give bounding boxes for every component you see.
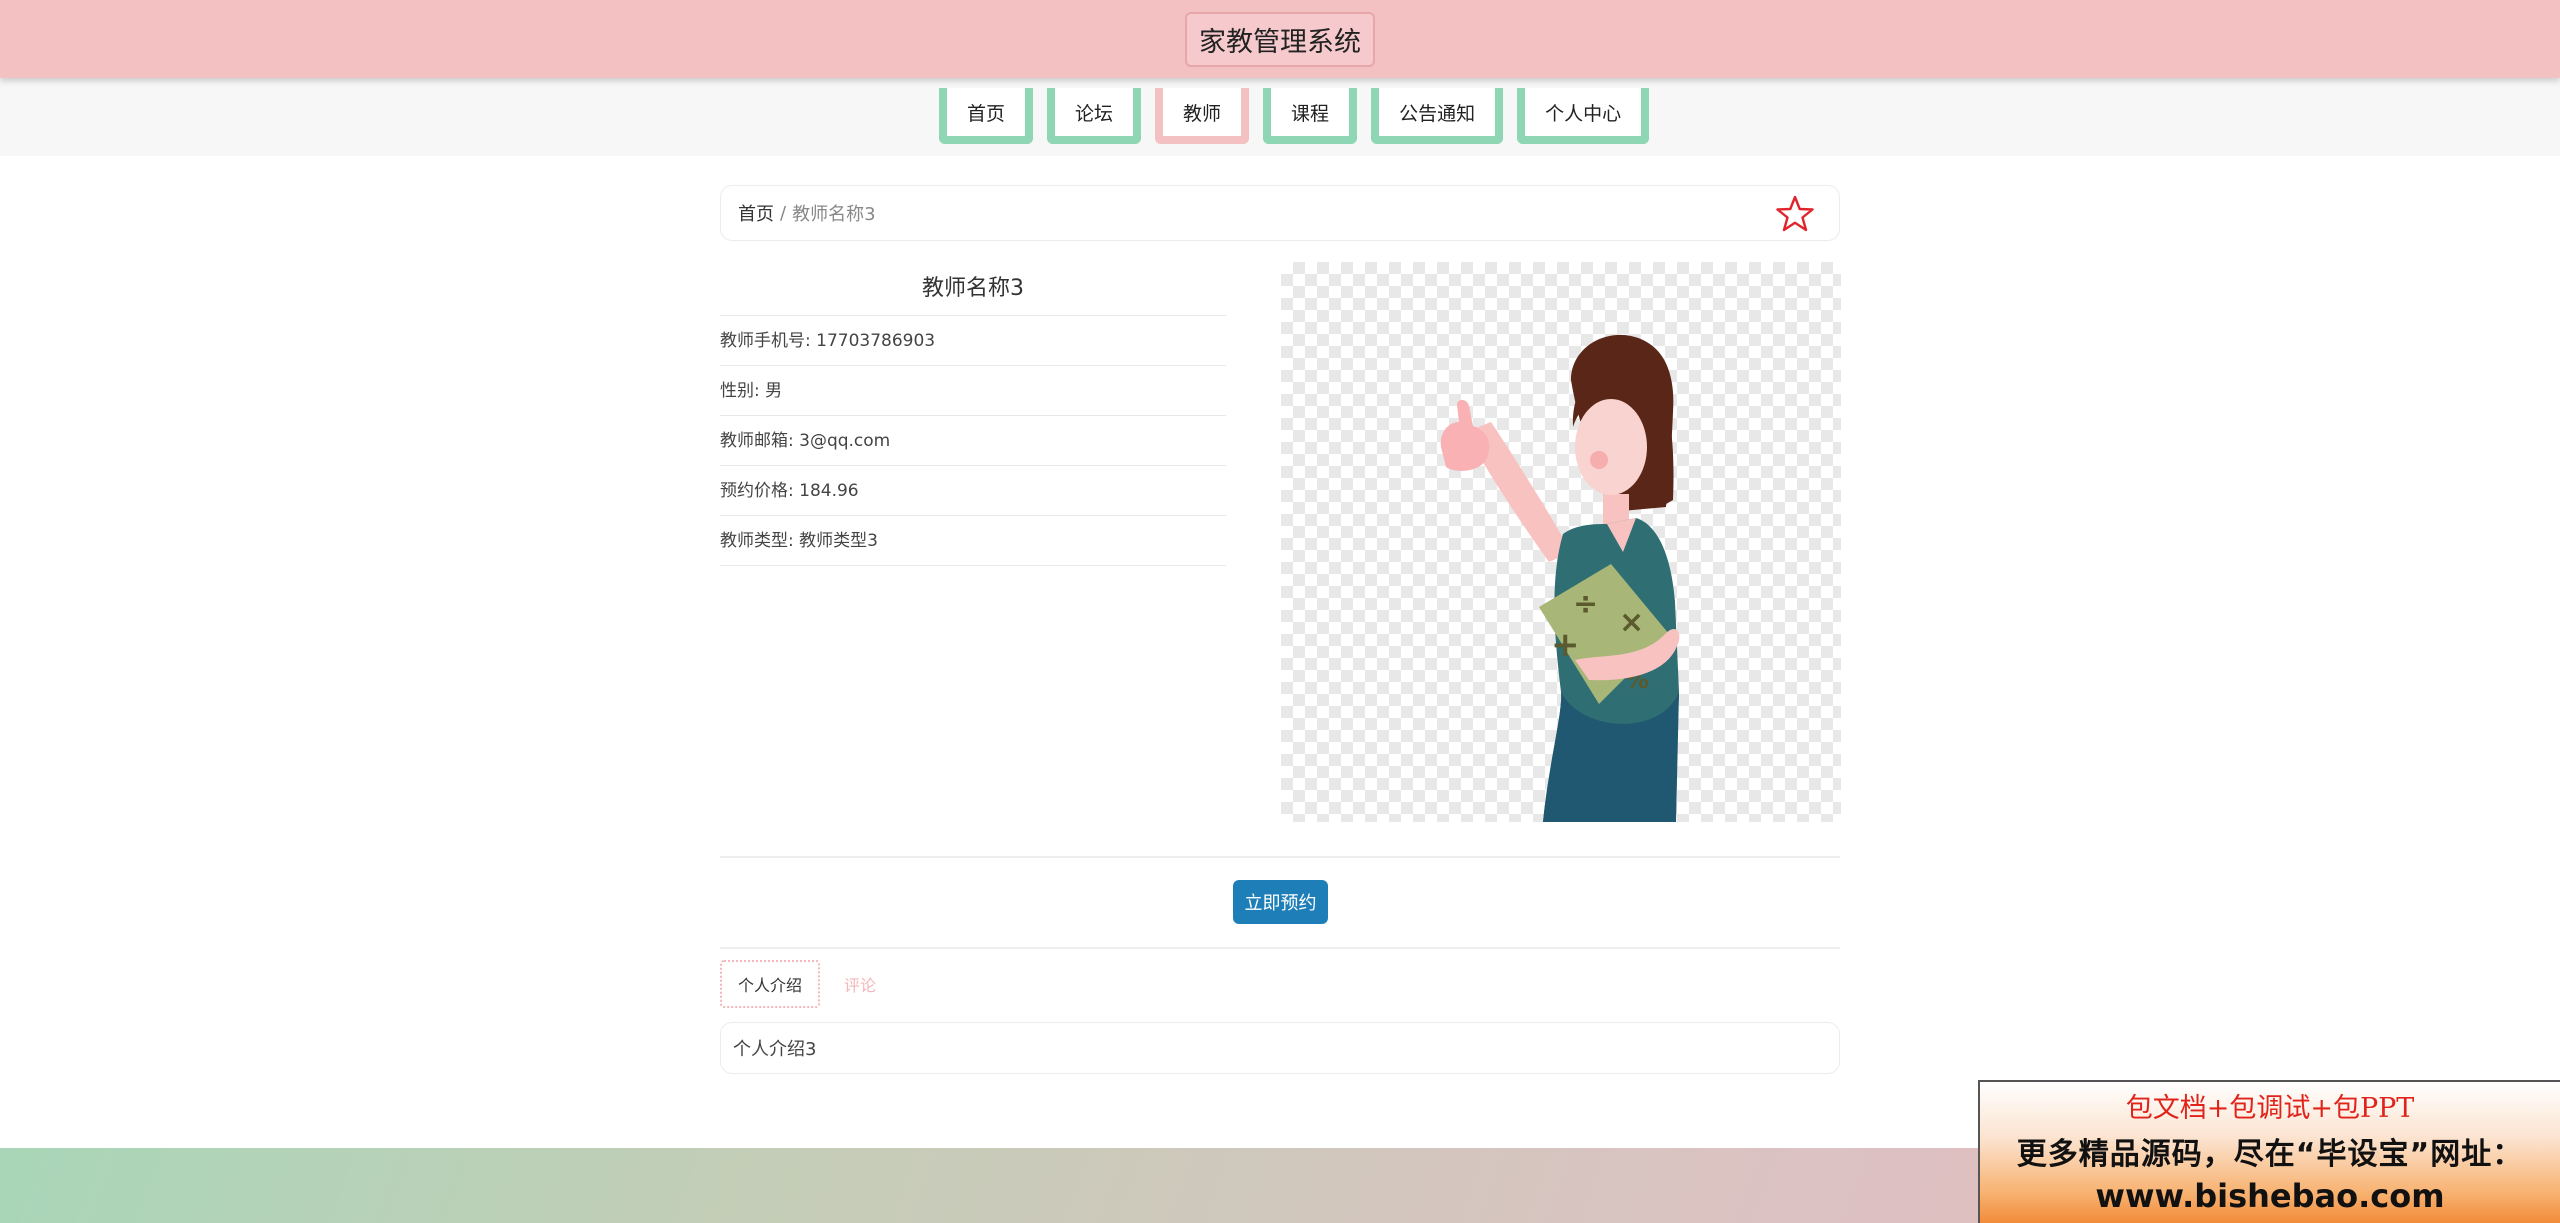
nav-item-course[interactable]: 课程 [1263, 88, 1358, 144]
site-title[interactable]: 家教管理系统 [1185, 11, 1375, 67]
nav-item-user-center[interactable]: 个人中心 [1517, 88, 1650, 144]
teacher-price: 预约价格: 184.96 [720, 466, 1226, 516]
nav-list: 首页 论坛 教师 课程 公告通知 个人中心 [939, 88, 1650, 144]
divider [720, 947, 1840, 949]
ad-line-2: 更多精品源码，尽在“毕设宝”网址： [2016, 1137, 2524, 1172]
ad-line-3: www.bishebao.com [2095, 1177, 2445, 1215]
ad-banner[interactable]: 包文档+包调试+包PPT 更多精品源码，尽在“毕设宝”网址： www.bishe… [1978, 1080, 2560, 1223]
nav-item-forum[interactable]: 论坛 [1047, 88, 1142, 144]
ad-line-1: 包文档+包调试+包PPT [2125, 1093, 2415, 1124]
teacher-illustration: ÷ × + % [1440, 334, 1680, 822]
svg-text:+: + [1551, 625, 1580, 665]
detail-tabs: 个人介绍 评论 [720, 960, 892, 1008]
teacher-email: 教师邮箱: 3@qq.com [720, 416, 1226, 466]
main-nav: 首页 论坛 教师 课程 公告通知 个人中心 [0, 78, 2560, 156]
breadcrumb-separator: / [780, 202, 787, 224]
tab-comments[interactable]: 评论 [828, 960, 892, 1008]
breadcrumb: 首页 / 教师名称3 [720, 185, 1840, 241]
teacher-gender: 性别: 男 [720, 366, 1226, 416]
breadcrumb-home[interactable]: 首页 [738, 200, 774, 226]
tab-intro[interactable]: 个人介绍 [720, 960, 821, 1008]
intro-panel: 个人介绍3 [720, 1022, 1840, 1074]
book-now-button[interactable]: 立即预约 [1233, 880, 1328, 924]
svg-text:×: × [1619, 605, 1644, 640]
breadcrumb-current: 教师名称3 [792, 204, 876, 225]
nav-item-teacher[interactable]: 教师 [1155, 88, 1250, 144]
nav-item-notice[interactable]: 公告通知 [1371, 88, 1504, 144]
teacher-phone: 教师手机号: 17703786903 [720, 316, 1226, 366]
teacher-name: 教师名称3 [720, 262, 1226, 316]
divider [720, 856, 1840, 858]
nav-item-home[interactable]: 首页 [939, 88, 1034, 144]
teacher-type: 教师类型: 教师类型3 [720, 516, 1226, 566]
svg-text:÷: ÷ [1573, 587, 1598, 622]
teacher-info: 教师名称3 教师手机号: 17703786903 性别: 男 教师邮箱: 3@q… [720, 262, 1226, 566]
site-header: 家教管理系统 [0, 0, 2560, 78]
star-outline-icon[interactable] [1775, 194, 1815, 234]
teacher-photo: ÷ × + % [1281, 262, 1841, 822]
